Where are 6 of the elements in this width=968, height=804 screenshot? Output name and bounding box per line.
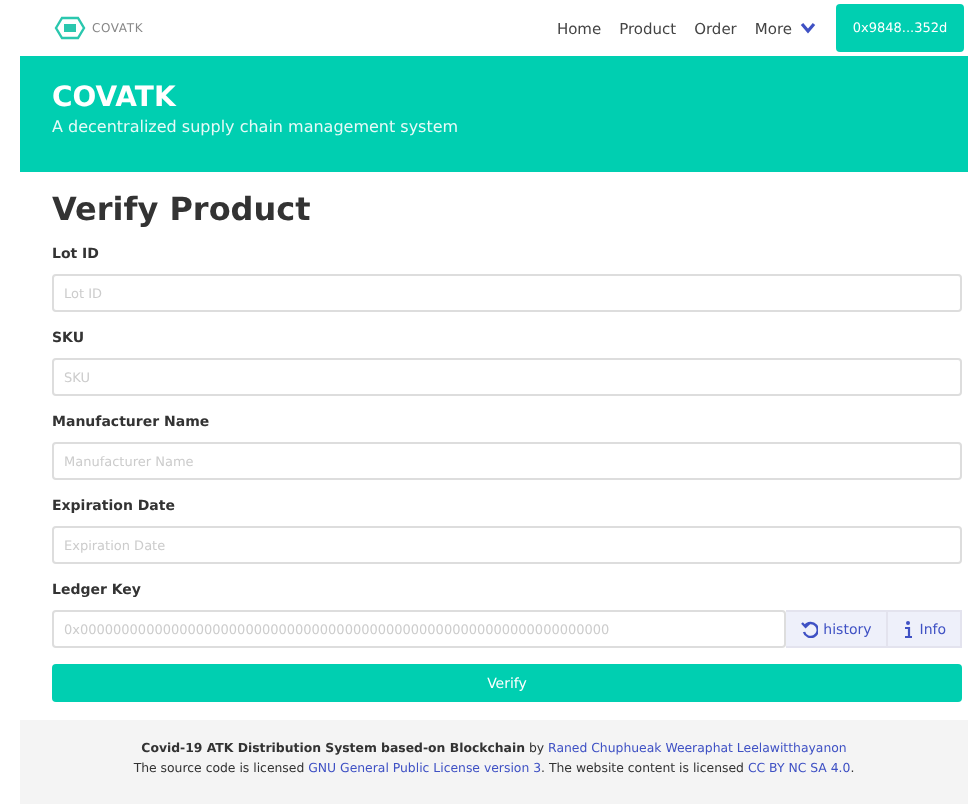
info-icon	[901, 620, 914, 638]
history-icon	[799, 620, 818, 638]
hero-title: COVATK	[52, 82, 178, 116]
page-title: Verify Product	[52, 188, 313, 232]
box-logo-icon	[52, 16, 88, 40]
hero-subtitle: A decentralized supply chain management system	[52, 116, 461, 138]
